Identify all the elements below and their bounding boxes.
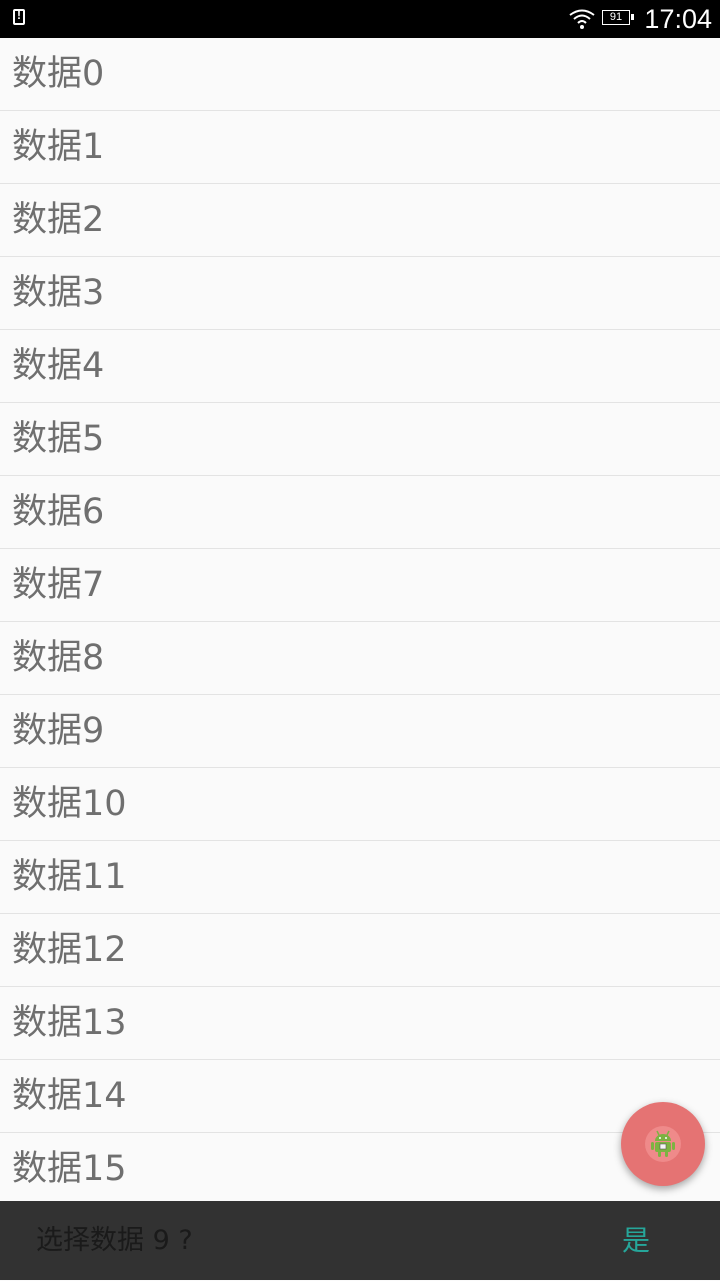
list-item-label: 数据6 [12,492,105,532]
list-item[interactable]: 数据10 [0,768,720,841]
list-item[interactable]: 数据6 [0,476,720,549]
list-item[interactable]: 数据3 [0,257,720,330]
battery-icon: 91 [602,10,634,25]
list-item[interactable]: 数据13 [0,987,720,1060]
battery-level: 91 [609,11,623,23]
list-item-label: 数据12 [12,930,127,970]
list-item-label: 数据13 [12,1003,127,1043]
list-item-label: 数据8 [12,638,105,678]
fab-inner-circle [645,1126,681,1162]
list-item[interactable]: 数据15 [0,1133,720,1201]
wifi-icon [569,9,595,29]
list-item[interactable]: 数据0 [0,38,720,111]
list-item-label: 数据10 [12,784,127,824]
list-item-label: 数据4 [12,346,105,386]
list-item-label: 数据2 [12,200,105,240]
data-list[interactable]: 数据0 数据1 数据2 数据3 数据4 数据5 数据6 数据7 数据8 数据9 … [0,38,720,1201]
list-item[interactable]: 数据8 [0,622,720,695]
snackbar-action-button[interactable]: 是 [622,1201,650,1281]
list-item[interactable]: 数据5 [0,403,720,476]
list-item[interactable]: 数据7 [0,549,720,622]
snackbar: 选择数据 9 ? 是 [0,1201,720,1280]
list-item-label: 数据1 [12,127,105,167]
list-item[interactable]: 数据11 [0,841,720,914]
list-item-label: 数据0 [12,54,105,94]
floating-action-button[interactable] [621,1102,705,1186]
notification-icon [13,8,25,25]
list-item-label: 数据5 [12,419,105,459]
list-item-label: 数据9 [12,711,105,751]
list-item-label: 数据3 [12,273,105,313]
list-item-label: 数据14 [12,1076,127,1116]
list-item[interactable]: 数据4 [0,330,720,403]
list-item[interactable]: 数据2 [0,184,720,257]
status-bar: 91 17:04 [0,0,720,38]
list-item-label: 数据15 [12,1149,127,1189]
list-item[interactable]: 数据12 [0,914,720,987]
android-icon [651,1130,675,1157]
list-item[interactable]: 数据14 [0,1060,720,1133]
snackbar-message: 选择数据 9 ? [36,1225,193,1256]
list-item-label: 数据11 [12,857,127,897]
list-item[interactable]: 数据9 [0,695,720,768]
clock: 17:04 [644,4,712,34]
list-item[interactable]: 数据1 [0,111,720,184]
list-item-label: 数据7 [12,565,105,605]
